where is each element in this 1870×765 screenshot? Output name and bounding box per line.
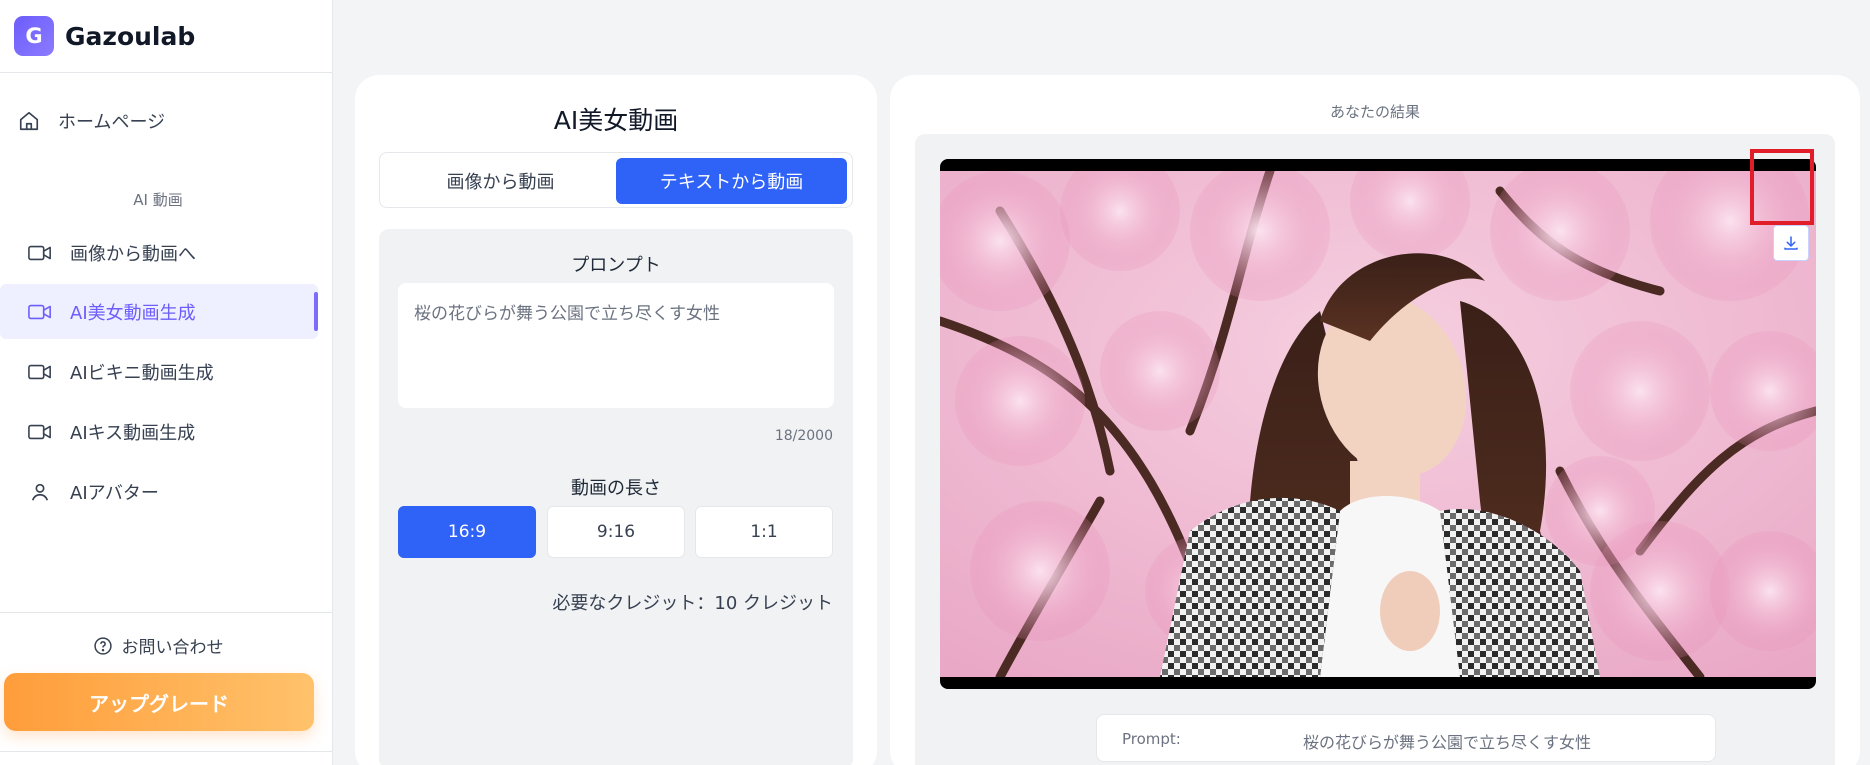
sidebar-footer: お問い合わせ アップグレード (0, 612, 333, 765)
result-prompt-bar: Prompt: 桜の花びらが舞う公園で立ち尽くす女性 (1096, 714, 1716, 762)
result-area: Prompt: 桜の花びらが舞う公園で立ち尽くす女性 (915, 134, 1835, 765)
result-panel: あなたの結果 Prompt: 桜の花びらが舞う公園で立ち尽くす女性 (890, 75, 1860, 765)
video-camera-icon (28, 304, 51, 319)
video-camera-icon (28, 364, 51, 379)
ratio-16-9-button[interactable]: 16:9 (398, 506, 536, 558)
divider (0, 751, 333, 752)
section-title-ai-video: AI 動画 (133, 191, 183, 209)
result-video-thumbnail (940, 171, 1816, 677)
prompt-value: 桜の花びらが舞う公園で立ち尽くす女性 (1303, 733, 1592, 752)
sidebar-item-ai-bikini-video[interactable]: AIビキニ動画生成 (0, 344, 318, 399)
video-camera-icon (28, 245, 51, 260)
brand-name: Gazoulab (65, 21, 196, 51)
sidebar-item-label: 画像から動画へ (70, 243, 196, 265)
nav-home-label: ホームページ (58, 112, 166, 133)
brand-logo: G (14, 16, 54, 56)
prompt-label: プロンプト (571, 255, 661, 276)
home-icon (19, 111, 39, 131)
prompt-key: Prompt: (1122, 730, 1181, 748)
page-title: AI美女動画 (553, 106, 679, 135)
video-camera-icon (28, 424, 51, 439)
length-label: 動画の長さ (571, 478, 661, 499)
sidebar: G Gazoulab ホームページ AI 動画 画像から動画へ AI美女動画生成… (0, 0, 333, 765)
generator-panel: AI美女動画 画像から動画 テキストから動画 プロンプト 桜の花びらが舞う公園で… (355, 75, 877, 765)
brand[interactable]: G Gazoulab (0, 0, 332, 73)
video-player[interactable] (940, 159, 1816, 689)
download-icon (1784, 236, 1798, 250)
ratio-1-1-button[interactable]: 1:1 (695, 506, 833, 558)
sidebar-item-ai-kiss-video[interactable]: AIキス動画生成 (0, 404, 318, 459)
help-circle-icon (93, 636, 112, 655)
prompt-input[interactable]: 桜の花びらが舞う公園で立ち尽くす女性 (398, 283, 834, 408)
download-button[interactable] (1773, 225, 1809, 261)
contact-link[interactable]: お問い合わせ (0, 633, 316, 658)
sidebar-item-label: AIアバター (70, 482, 159, 504)
contact-label: お問い合わせ (121, 638, 224, 658)
user-icon (31, 483, 49, 501)
sidebar-item-image-to-video[interactable]: 画像から動画へ (0, 225, 318, 280)
sidebar-item-label: AI美女動画生成 (70, 302, 196, 324)
tab-text-to-video[interactable]: テキストから動画 (616, 158, 847, 204)
nav-home[interactable]: ホームページ (18, 103, 165, 139)
tab-image-to-video[interactable]: 画像から動画 (385, 158, 616, 204)
mode-tabs: 画像から動画 テキストから動画 (379, 152, 853, 208)
sidebar-item-ai-beauty-video[interactable]: AI美女動画生成 (0, 284, 318, 339)
upgrade-button[interactable]: アップグレード (4, 673, 314, 731)
sidebar-item-label: AIビキニ動画生成 (70, 362, 214, 384)
char-count: 18/2000 (774, 428, 833, 444)
result-title: あなたの結果 (1329, 103, 1420, 121)
sidebar-item-label: AIキス動画生成 (70, 422, 196, 444)
credits-required: 必要なクレジット：10 クレジット (552, 593, 833, 614)
generator-form: プロンプト 桜の花びらが舞う公園で立ち尽くす女性 18/2000 動画の長さ 1… (379, 229, 853, 765)
ratio-9-16-button[interactable]: 9:16 (547, 506, 685, 558)
sidebar-item-ai-avatar[interactable]: AIアバター (0, 464, 318, 519)
download-highlight-box (1750, 149, 1814, 225)
